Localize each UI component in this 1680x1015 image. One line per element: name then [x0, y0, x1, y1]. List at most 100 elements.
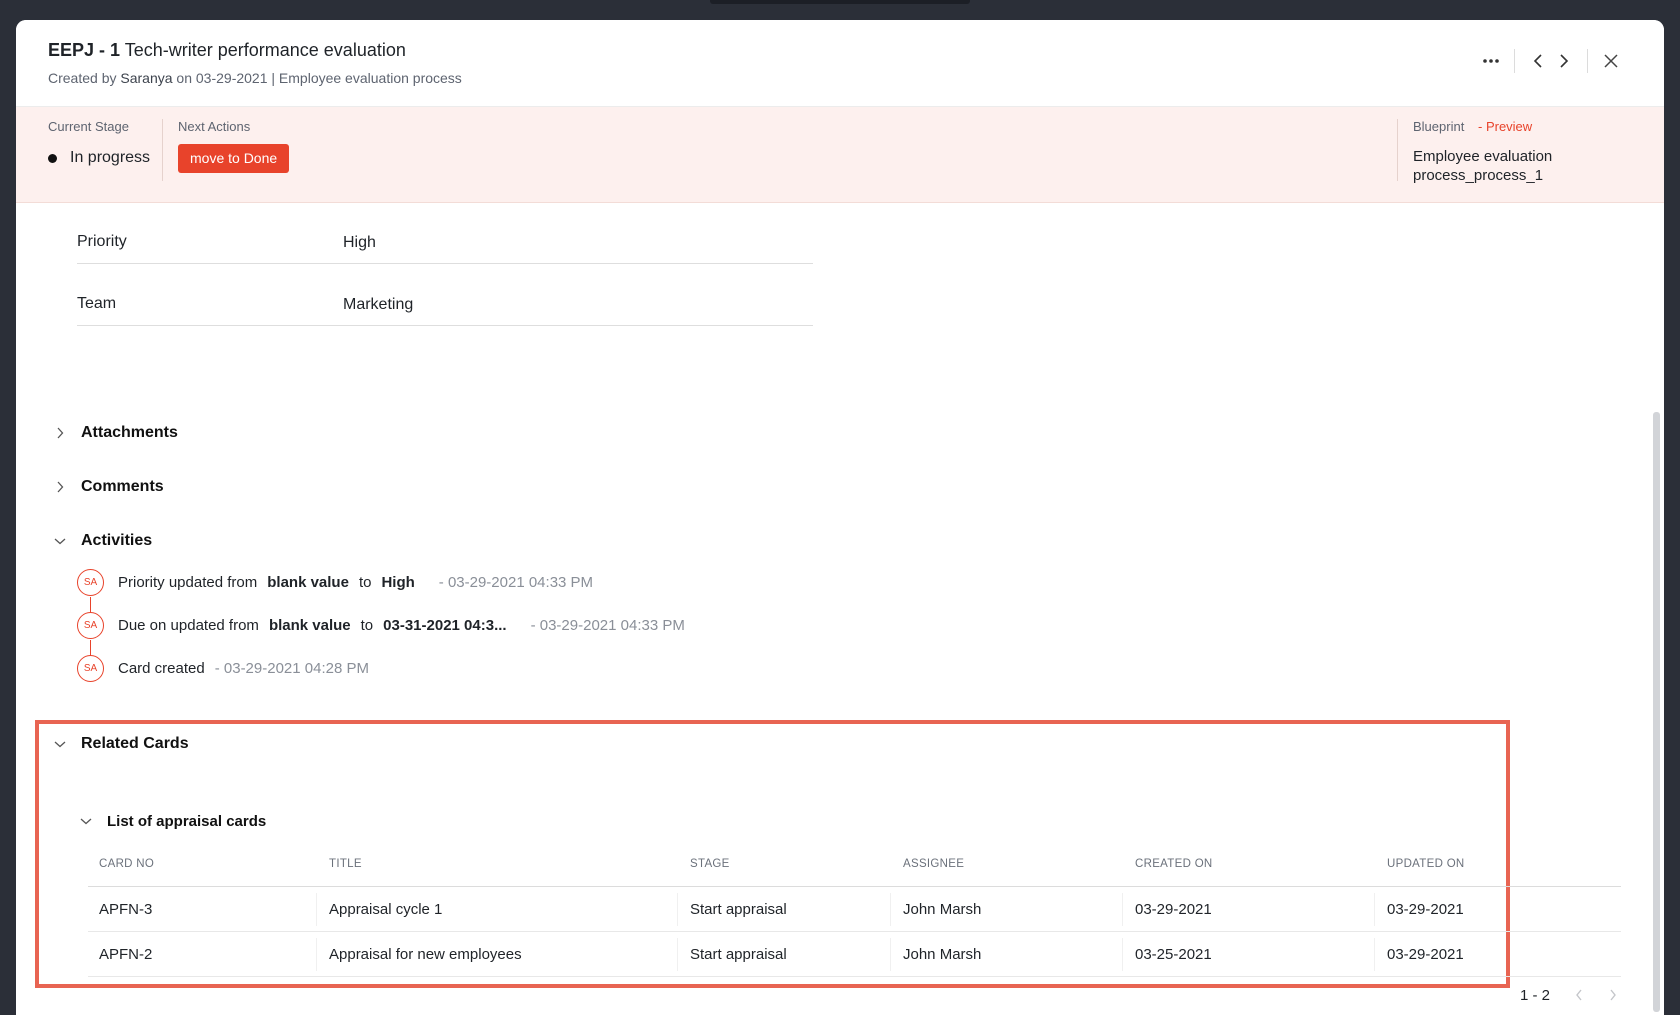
card-title-row: EEPJ - 1 Tech-writer performance evaluat… [48, 40, 406, 61]
related-list-title: List of appraisal cards [107, 812, 267, 830]
column-separator [316, 893, 317, 926]
table-header: CARD NO TITLE STAGE ASSIGNEE CREATED ON … [88, 841, 1621, 887]
close-icon[interactable] [1598, 48, 1624, 74]
chevron-right-icon[interactable] [1600, 985, 1626, 1005]
stage-bar: Current Stage In progress Next Actions m… [16, 107, 1664, 203]
stage-divider [162, 119, 163, 181]
stage-cell: Start appraisal [690, 945, 787, 963]
section-title: Related Cards [81, 735, 189, 752]
current-stage-text: In progress [70, 149, 151, 166]
window-top-notch [710, 0, 970, 4]
column-separator [890, 938, 891, 971]
activity-timeline-line [90, 640, 91, 656]
activity-time: - 03-29-2021 04:28 PM [214, 660, 369, 677]
card-meta: Created by Saranya on 03-29-2021 | Emplo… [48, 70, 462, 86]
activity-item: SA Card created - 03-29-2021 04:28 PM [77, 655, 369, 682]
card-detail-modal: EEPJ - 1 Tech-writer performance evaluat… [16, 20, 1664, 1015]
avatar: SA [77, 655, 104, 682]
table-pagination: 1 - 2 [1520, 985, 1626, 1005]
column-header-card-no[interactable]: CARD NO [88, 841, 314, 886]
blueprint-label: Blueprint [1413, 119, 1465, 134]
updated-on-cell: 03-29-2021 [1387, 900, 1464, 918]
section-activities[interactable]: Activities [50, 531, 152, 551]
title-cell[interactable]: Appraisal for new employees [318, 932, 674, 976]
section-title: Attachments [81, 424, 178, 441]
stage-cell: Start appraisal [690, 900, 787, 918]
modal-header: EEPJ - 1 Tech-writer performance evaluat… [16, 20, 1664, 107]
title-cell[interactable]: Appraisal cycle 1 [318, 887, 674, 931]
assignee-cell: John Marsh [903, 900, 982, 918]
card-title: Tech-writer performance evaluation [124, 40, 406, 60]
card-no-cell[interactable]: APFN-3 [88, 887, 314, 931]
column-separator [1122, 893, 1123, 926]
card-body: Priority High Team Marketing Attachments… [16, 203, 1652, 1015]
avatar: SA [77, 612, 104, 639]
scrollbar[interactable] [1653, 412, 1660, 1012]
pagination-range: 1 - 2 [1520, 986, 1551, 1004]
updated-on-cell: 03-29-2021 [1387, 945, 1464, 963]
activity-old-value: blank value [267, 574, 349, 591]
related-cards-table: CARD NO TITLE STAGE ASSIGNEE CREATED ON … [88, 841, 1621, 977]
chevron-right-icon [50, 477, 70, 497]
more-options-icon[interactable] [1478, 48, 1504, 74]
activity-old-value: blank value [268, 617, 351, 634]
activity-to-word: to [358, 574, 372, 591]
section-title: Comments [81, 478, 164, 495]
chevron-left-icon[interactable] [1525, 48, 1551, 74]
chevron-right-icon[interactable] [1551, 48, 1577, 74]
field-value[interactable]: Marketing [343, 296, 413, 314]
card-key: EEPJ - 1 [48, 40, 121, 60]
blueprint-name: Employee evaluation process_process_1 [1413, 148, 1553, 184]
current-stage-value: In progress [48, 149, 150, 167]
author-name[interactable]: Saranya [120, 70, 172, 86]
section-related-cards[interactable]: Related Cards [50, 734, 189, 754]
card-no-cell[interactable]: APFN-2 [88, 932, 314, 976]
section-comments[interactable]: Comments [50, 477, 164, 497]
process-name: | Employee evaluation process [271, 70, 462, 86]
activity-text: Due on updated from [118, 617, 259, 634]
header-actions [1478, 48, 1624, 74]
activity-new-value: High [381, 574, 415, 591]
activity-item: SA Priority updated from blank value to … [77, 569, 593, 596]
header-divider [1587, 49, 1588, 73]
stage-status-dot [48, 153, 57, 163]
avatar: SA [77, 569, 104, 596]
stage-divider [1397, 119, 1398, 181]
field-priority[interactable]: Priority High [77, 203, 813, 264]
field-value[interactable]: High [343, 234, 376, 252]
field-label: Priority [77, 233, 127, 250]
chevron-down-icon [76, 811, 96, 831]
activity-timeline-line [90, 597, 91, 613]
activity-to-word: to [360, 617, 374, 634]
created-by-label: Created by [48, 70, 117, 86]
column-separator [890, 893, 891, 926]
related-list-header[interactable]: List of appraisal cards [76, 811, 266, 831]
activity-time: - 03-29-2021 04:33 PM [438, 574, 594, 591]
column-header-assignee[interactable]: ASSIGNEE [892, 841, 1120, 886]
section-attachments[interactable]: Attachments [50, 423, 178, 443]
activity-text: Card created [118, 660, 205, 677]
blueprint-preview-link[interactable]: - Preview [1478, 119, 1532, 134]
activity-new-value: 03-31-2021 04:3... [383, 617, 507, 634]
activity-item: SA Due on updated from blank value to 03… [77, 612, 685, 639]
created-date: on 03-29-2021 [176, 70, 268, 86]
activity-time: - 03-29-2021 04:33 PM [530, 617, 685, 634]
table-row[interactable]: APFN-2 Appraisal for new employees Start… [88, 932, 1621, 977]
field-label: Team [77, 295, 117, 312]
created-on-cell: 03-29-2021 [1135, 900, 1212, 918]
chevron-down-icon [50, 734, 70, 754]
section-title: Activities [81, 532, 153, 549]
chevron-left-icon[interactable] [1566, 985, 1592, 1005]
table-row[interactable]: APFN-3 Appraisal cycle 1 Start appraisal… [88, 887, 1621, 932]
column-separator [1374, 893, 1375, 926]
column-header-title[interactable]: TITLE [318, 841, 674, 886]
column-separator [677, 938, 678, 971]
assignee-cell: John Marsh [903, 945, 982, 963]
move-to-done-button[interactable]: move to Done [178, 144, 290, 173]
field-team[interactable]: Team Marketing [77, 265, 813, 326]
column-separator [1122, 938, 1123, 971]
column-header-created-on[interactable]: CREATED ON [1124, 841, 1372, 886]
activity-text: Priority updated from [118, 574, 258, 591]
column-header-updated-on[interactable]: UPDATED ON [1376, 841, 1621, 886]
column-header-stage[interactable]: STAGE [679, 841, 888, 886]
